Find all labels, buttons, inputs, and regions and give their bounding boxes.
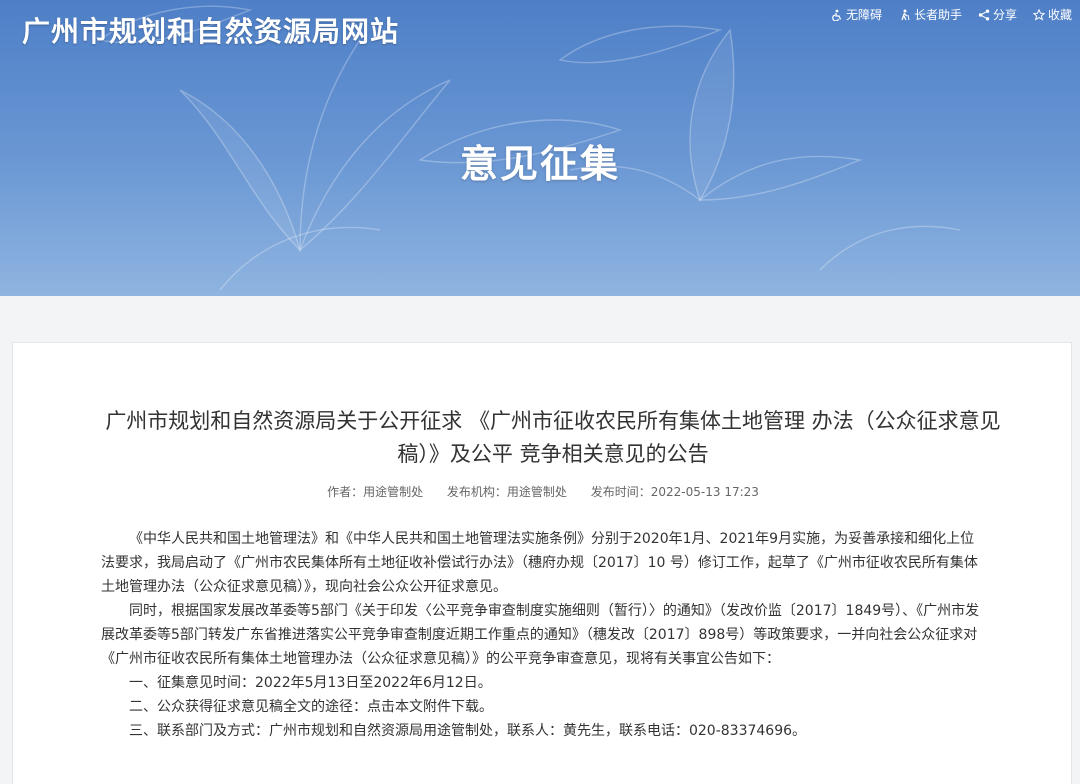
article-title: 广州市规划和自然资源局关于公开征求 《广州市征收农民所有集体土地管理 办法（公众…	[105, 409, 1001, 466]
meta-time: 发布时间：2022-05-13 17:23	[590, 485, 759, 499]
star-icon	[1032, 8, 1045, 21]
article-paragraph: 一、征集意见时间：2022年5月13日至2022年6月12日。	[129, 675, 492, 691]
accessibility-icon	[832, 9, 842, 21]
article-card: 广州市规划和自然资源局关于公开征求 《广州市征收农民所有集体土地管理 办法（公众…	[12, 342, 1072, 784]
favorite-label: 收藏	[1047, 8, 1072, 22]
article-paragraph: 三、联系部门及方式：广州市规划和自然资源局用途管制处，联系人：黄先生，联系电话：…	[129, 723, 807, 739]
section-title: 意见征集	[459, 142, 620, 186]
meta-publisher: 发布机构：用途管制处	[446, 485, 567, 499]
header-banner: 广州市规划和自然资源局网站 无障碍 长者助手 分享 收藏 意见征集	[0, 0, 1080, 296]
favorite-button[interactable]: 收藏	[1032, 6, 1072, 23]
meta-author: 作者：用途管制处	[327, 485, 424, 499]
site-title[interactable]: 广州市规划和自然资源局网站	[22, 10, 399, 50]
accessibility-label: 无障碍	[845, 8, 882, 22]
article-paragraph: 同时，根据国家发展改革委等5部门《关于印发〈公平竞争审查制度实施细则（暂行）〉的…	[101, 603, 980, 667]
share-button[interactable]: 分享	[978, 6, 1017, 23]
elder-helper-label: 长者助手	[913, 8, 962, 22]
elder-helper-icon	[901, 9, 910, 20]
article-paragraph: 二、公众获得征求意见稿全文的途径：点击本文附件下载。	[129, 699, 493, 715]
article-body: 《中华人民共和国土地管理法》和《中华人民共和国土地管理法实施条例》分别于2020…	[101, 527, 985, 743]
article-paragraph: 《中华人民共和国土地管理法》和《中华人民共和国土地管理法实施条例》分别于2020…	[101, 531, 978, 595]
article-meta: 作者：用途管制处 发布机构：用途管制处 发布时间：2022-05-13 17:2…	[13, 483, 1073, 500]
header-tools: 无障碍 长者助手 分享 收藏	[831, 6, 1072, 23]
share-icon	[978, 9, 990, 20]
elder-helper-button[interactable]: 长者助手	[898, 6, 962, 23]
accessibility-button[interactable]: 无障碍	[831, 6, 882, 23]
share-label: 分享	[992, 8, 1017, 22]
